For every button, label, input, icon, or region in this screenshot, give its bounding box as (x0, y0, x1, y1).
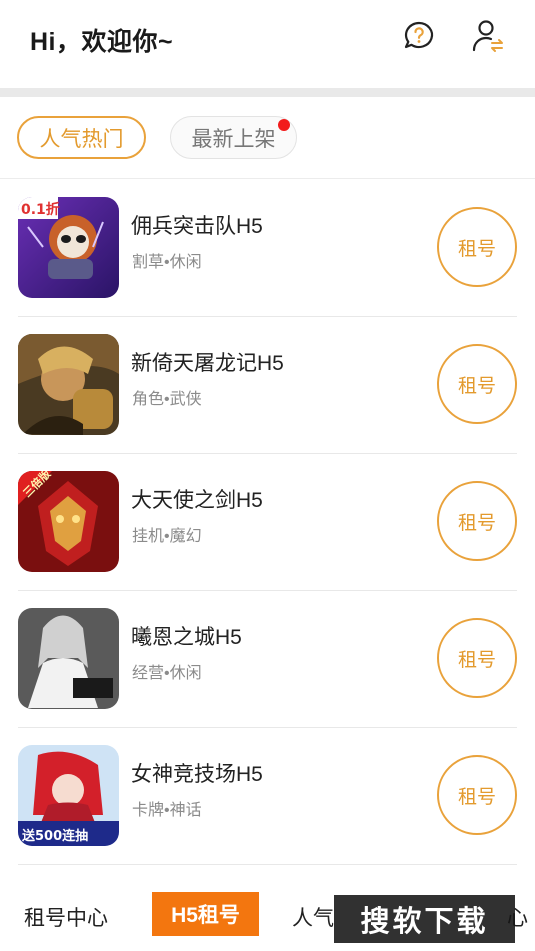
game-thumbnail: 送500连抽 (18, 745, 119, 846)
row-divider (18, 864, 517, 865)
list-item[interactable]: 曦恩之城H5 经营•休闲 租号 (0, 591, 535, 728)
game-thumbnail (18, 334, 119, 435)
list-item[interactable]: 0.1折 佣兵突击队H5 割草•休闲 租号 (0, 180, 535, 317)
rent-button[interactable]: 租号 (437, 618, 517, 698)
watermark-overlay: 搜软下载 (334, 895, 515, 943)
nav-item-rent-center[interactable]: 租号中心 (24, 902, 108, 932)
rent-button[interactable]: 租号 (437, 755, 517, 835)
section-divider (0, 88, 535, 97)
tab-label: 最新上架 (191, 127, 276, 151)
thumb-badge: 送500连抽 (21, 828, 88, 844)
nav-item-h5-rent[interactable]: H5租号 (152, 892, 259, 936)
category-tabs: 人气热门 最新上架 (0, 97, 535, 179)
game-title: 大天使之剑H5 (131, 489, 263, 512)
game-thumbnail: 0.1折 (18, 197, 119, 298)
user-switch-icon[interactable] (470, 18, 506, 54)
app-header: Hi，欢迎你~ (0, 0, 535, 88)
game-tags: 经营•休闲 (132, 665, 202, 682)
game-title: 新倚天屠龙记H5 (131, 352, 284, 375)
new-dot-badge (278, 119, 290, 131)
tab-newest[interactable]: 最新上架 (170, 116, 297, 159)
game-title: 女神竞技场H5 (131, 763, 263, 786)
game-tags: 割草•休闲 (132, 254, 202, 271)
question-bubble-icon[interactable] (401, 18, 437, 54)
game-tags: 卡牌•神话 (132, 802, 202, 819)
rent-button[interactable]: 租号 (437, 481, 517, 561)
game-title: 曦恩之城H5 (131, 626, 242, 649)
tab-label: 人气热门 (39, 127, 124, 151)
greeting-text: Hi，欢迎你~ (30, 28, 174, 56)
rent-button[interactable]: 租号 (437, 207, 517, 287)
game-thumbnail (18, 608, 119, 709)
game-tags: 角色•武侠 (132, 391, 202, 408)
list-item[interactable]: 新倚天屠龙记H5 角色•武侠 租号 (0, 317, 535, 454)
thumb-badge: 0.1折 (21, 201, 60, 218)
game-thumbnail: 三倍版 (18, 471, 119, 572)
list-item[interactable]: 送500连抽 女神竞技场H5 卡牌•神话 租号 (0, 728, 535, 865)
nav-item-popular[interactable]: 人气 (292, 902, 334, 932)
rent-button[interactable]: 租号 (437, 344, 517, 424)
game-title: 佣兵突击队H5 (131, 215, 263, 238)
list-item[interactable]: 三倍版 大天使之剑H5 挂机•魔幻 租号 (0, 454, 535, 591)
tab-popular[interactable]: 人气热门 (17, 116, 146, 159)
game-tags: 挂机•魔幻 (132, 528, 202, 545)
